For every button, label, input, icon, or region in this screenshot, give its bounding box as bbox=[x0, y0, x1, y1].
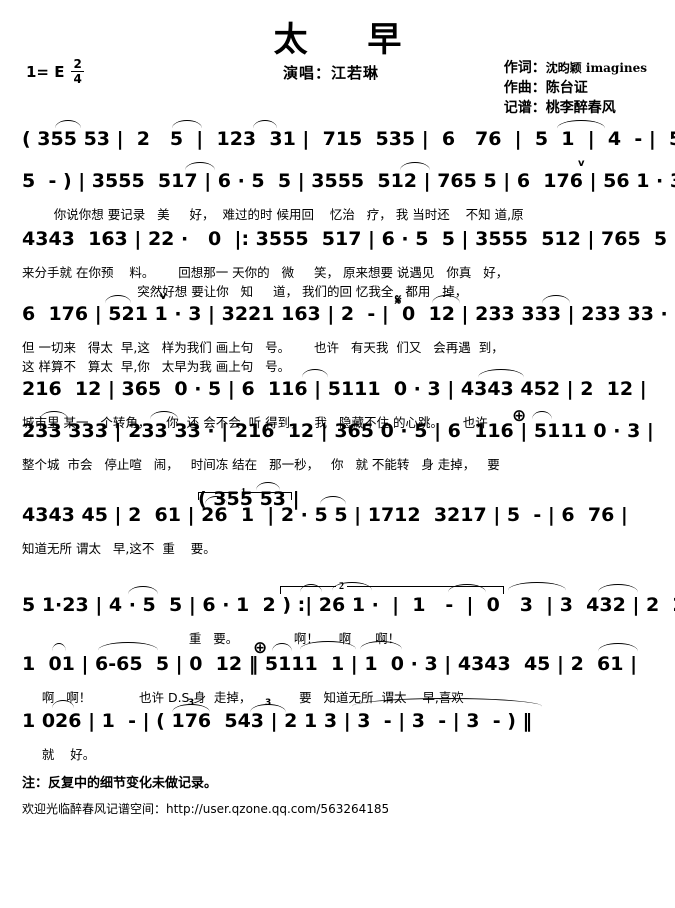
time-signature: 2 4 bbox=[71, 57, 84, 86]
lyric-row: 你说你想 要记录 美 好， 难过的时 候用回 忆治 疗， 我 当时还 不知 道,… bbox=[22, 207, 524, 222]
slur-mark bbox=[320, 496, 346, 506]
slur-mark bbox=[172, 704, 210, 714]
note-row: 1 026 | 1 - | ( 176 543 | 2 1 3 | 3 - | … bbox=[0, 698, 675, 744]
key-label: 1= E bbox=[26, 62, 65, 81]
slur-mark bbox=[256, 482, 280, 492]
slur-mark bbox=[185, 162, 215, 172]
key-signature: 1= E 2 4 bbox=[26, 58, 84, 85]
lyric-row: 知道无所 谓太 早,这不 重 要。 bbox=[22, 541, 216, 556]
page-title: 太 早 bbox=[273, 20, 426, 60]
slur-mark bbox=[400, 162, 430, 172]
time-signature-numerator: 2 bbox=[71, 57, 84, 72]
slur-mark bbox=[557, 120, 605, 130]
note-row: 216 12 | 365 0 · 5 | 6 116 | 5111 0 · 3 … bbox=[0, 369, 675, 412]
performer-credit: 演唱：江若琳 bbox=[283, 64, 380, 82]
credit-transcriber: 记谱：桃李醉春风 bbox=[503, 100, 616, 116]
slur-mark bbox=[105, 295, 131, 305]
slur-mark bbox=[478, 369, 524, 379]
music-system-9: 1 01 | 6-65 5 | 0 12 ‖ 5111 1 | 1 0 · 3 … bbox=[0, 638, 675, 706]
note-row-text: 6 176 | 521 1 · 3 | 3221 163 | 2 - | 0 1… bbox=[22, 303, 675, 325]
note-row-text: 4343 45 | 2 61 | 26 1 | 2 · 5 5 | 1712 3… bbox=[22, 504, 628, 526]
footnote: 注：反复中的细节变化未做记录。 bbox=[22, 776, 218, 791]
credit-composer: 作曲：陈台证 bbox=[503, 80, 588, 96]
slur-mark bbox=[432, 295, 460, 305]
note-row-text: 1 01 | 6-65 5 | 0 12 ‖ 5111 1 | 1 0 · 3 … bbox=[22, 653, 638, 675]
slur-mark bbox=[172, 120, 202, 130]
slur-mark bbox=[598, 584, 638, 594]
music-system-2: 5 - ) | 3555 517 | 6 · 5 5 | 3555 512 | … bbox=[0, 158, 675, 223]
sheet-music-page: 太 早 1= E 2 4 演唱：江若琳 作词：沈昀颖 imagines 作曲：陈… bbox=[0, 0, 675, 829]
note-row: 5 - ) | 3555 517 | 6 · 5 5 | 3555 512 | … bbox=[0, 158, 675, 204]
slur-mark bbox=[448, 584, 486, 594]
slur-mark bbox=[332, 582, 372, 592]
note-row-text: 5 1·23 | 4 · 5 5 | 6 · 1 2 ) :| 26 1 · |… bbox=[22, 594, 675, 616]
note-row-text: 5 - ) | 3555 517 | 6 · 5 5 | 3555 512 | … bbox=[22, 170, 675, 192]
note-row: 4343 163 | 22 · 0 |: 3555 517 | 6 · 5 5 … bbox=[0, 228, 675, 262]
footer-url: 欢迎光临醉春风记谱空间：http://user.qzone.qq.com/563… bbox=[22, 802, 390, 816]
slur-mark bbox=[150, 411, 178, 421]
slur-mark bbox=[360, 641, 402, 651]
note-row: 5 1·23 | 4 · 5 5 | 6 · 1 2 ) :| 26 1 · |… bbox=[0, 582, 675, 628]
slur-mark bbox=[52, 700, 74, 710]
note-row: ( 355 53 | 2 5 | 123 31 | 715 535 | 6 76… bbox=[0, 120, 675, 162]
breath-mark: v bbox=[160, 291, 167, 302]
note-row: 4343 45 | 2 61 | 26 1 | 2 · 5 5 | 1712 3… bbox=[0, 496, 675, 538]
slur-mark bbox=[250, 704, 286, 714]
slur-mark bbox=[272, 643, 292, 653]
lyric-row: 来分手就 在你预 料。 回想那一 天你的 微 笑， 原来想要 说遇见 你真 好， bbox=[22, 265, 509, 280]
lyric-row: 整个城 市会 停止喧 闹， 时间冻 结在 那一秒， 你 就 不能转 身 走掉， … bbox=[22, 457, 500, 472]
note-row-text: ( 355 53 | 2 5 | 123 31 | 715 535 | 6 76… bbox=[22, 128, 675, 150]
coda-icon: ⊕ bbox=[512, 406, 527, 426]
slur-mark bbox=[253, 120, 277, 130]
music-system-6: 233 333 | 233 33 · | 216 12 | 365 0 · 5 … bbox=[0, 406, 675, 473]
lyric-row-verse2: 突然好想 要让你 知 道， 我们的回 忆我全 都用 掉， bbox=[22, 284, 468, 299]
slur-mark bbox=[98, 642, 158, 652]
coda-icon: ⊕ bbox=[253, 638, 268, 658]
note-row-text: 233 333 | 233 33 · | 216 12 | 365 0 · 5 … bbox=[22, 420, 654, 442]
slur-mark bbox=[300, 641, 356, 651]
note-row: 233 333 | 233 33 · | 216 12 | 365 0 · 5 … bbox=[0, 406, 675, 454]
slur-mark bbox=[302, 369, 328, 379]
breath-mark: v bbox=[578, 158, 585, 169]
note-row-text: 216 12 | 365 0 · 5 | 6 116 | 5111 0 · 3 … bbox=[22, 378, 647, 400]
slur-mark bbox=[532, 411, 552, 421]
music-system-7: 1 ( 355 53 | 4343 45 | 2 61 | 26 1 | 2 ·… bbox=[0, 478, 675, 557]
lyric-row: 就 好。 bbox=[22, 747, 96, 762]
slur-mark bbox=[508, 582, 566, 592]
music-system-3: 4343 163 | 22 · 0 |: 3555 517 | 6 · 5 5 … bbox=[0, 228, 675, 300]
lyric-row-verse2: 这 样算不 算太 早,你 太早为我 画上句 号。 bbox=[22, 359, 291, 374]
credit-lyricist: 作词：沈昀颖 imagines bbox=[503, 60, 647, 76]
note-row: 6 176 | 521 1 · 3 | 3221 163 | 2 - | 0 1… bbox=[0, 291, 675, 337]
slur-mark bbox=[352, 698, 542, 708]
lyric-row: 啊 啊！ 也许 D.S 身 走掉， 要 知道无所 谓太 早,喜欢 bbox=[22, 690, 464, 705]
note-row: 1 01 | 6-65 5 | 0 12 ‖ 5111 1 | 1 0 · 3 … bbox=[0, 638, 675, 687]
slur-mark bbox=[40, 411, 68, 421]
slur-mark bbox=[598, 643, 638, 653]
music-system-10: 1 026 | 1 - | ( 176 543 | 2 1 3 | 3 - | … bbox=[0, 698, 675, 763]
credits-block: 作词：沈昀颖 imagines 作曲：陈台证 记谱：桃李醉春风 bbox=[504, 58, 647, 118]
music-system-4: 6 176 | 521 1 · 3 | 3221 163 | 2 - | 0 1… bbox=[0, 291, 675, 375]
segno-icon: 𝄋 bbox=[395, 291, 402, 309]
slur-mark bbox=[55, 120, 81, 130]
slur-mark bbox=[52, 643, 66, 653]
slur-mark bbox=[128, 586, 158, 596]
lyric-row: 但 一切来 得太 早,这 样为我们 画上句 号。 也许 有天我 们又 会再遇 到… bbox=[22, 340, 504, 355]
note-row-text: 4343 163 | 22 · 0 |: 3555 517 | 6 · 5 5 … bbox=[22, 228, 675, 250]
slur-mark bbox=[542, 295, 570, 305]
time-signature-denominator: 4 bbox=[73, 72, 82, 86]
music-system-8: 2 5 1·23 | 4 · 5 5 | 6 · 1 2 ) :| 26 1 ·… bbox=[0, 578, 675, 647]
slur-mark bbox=[205, 496, 227, 506]
slur-mark bbox=[300, 584, 322, 594]
